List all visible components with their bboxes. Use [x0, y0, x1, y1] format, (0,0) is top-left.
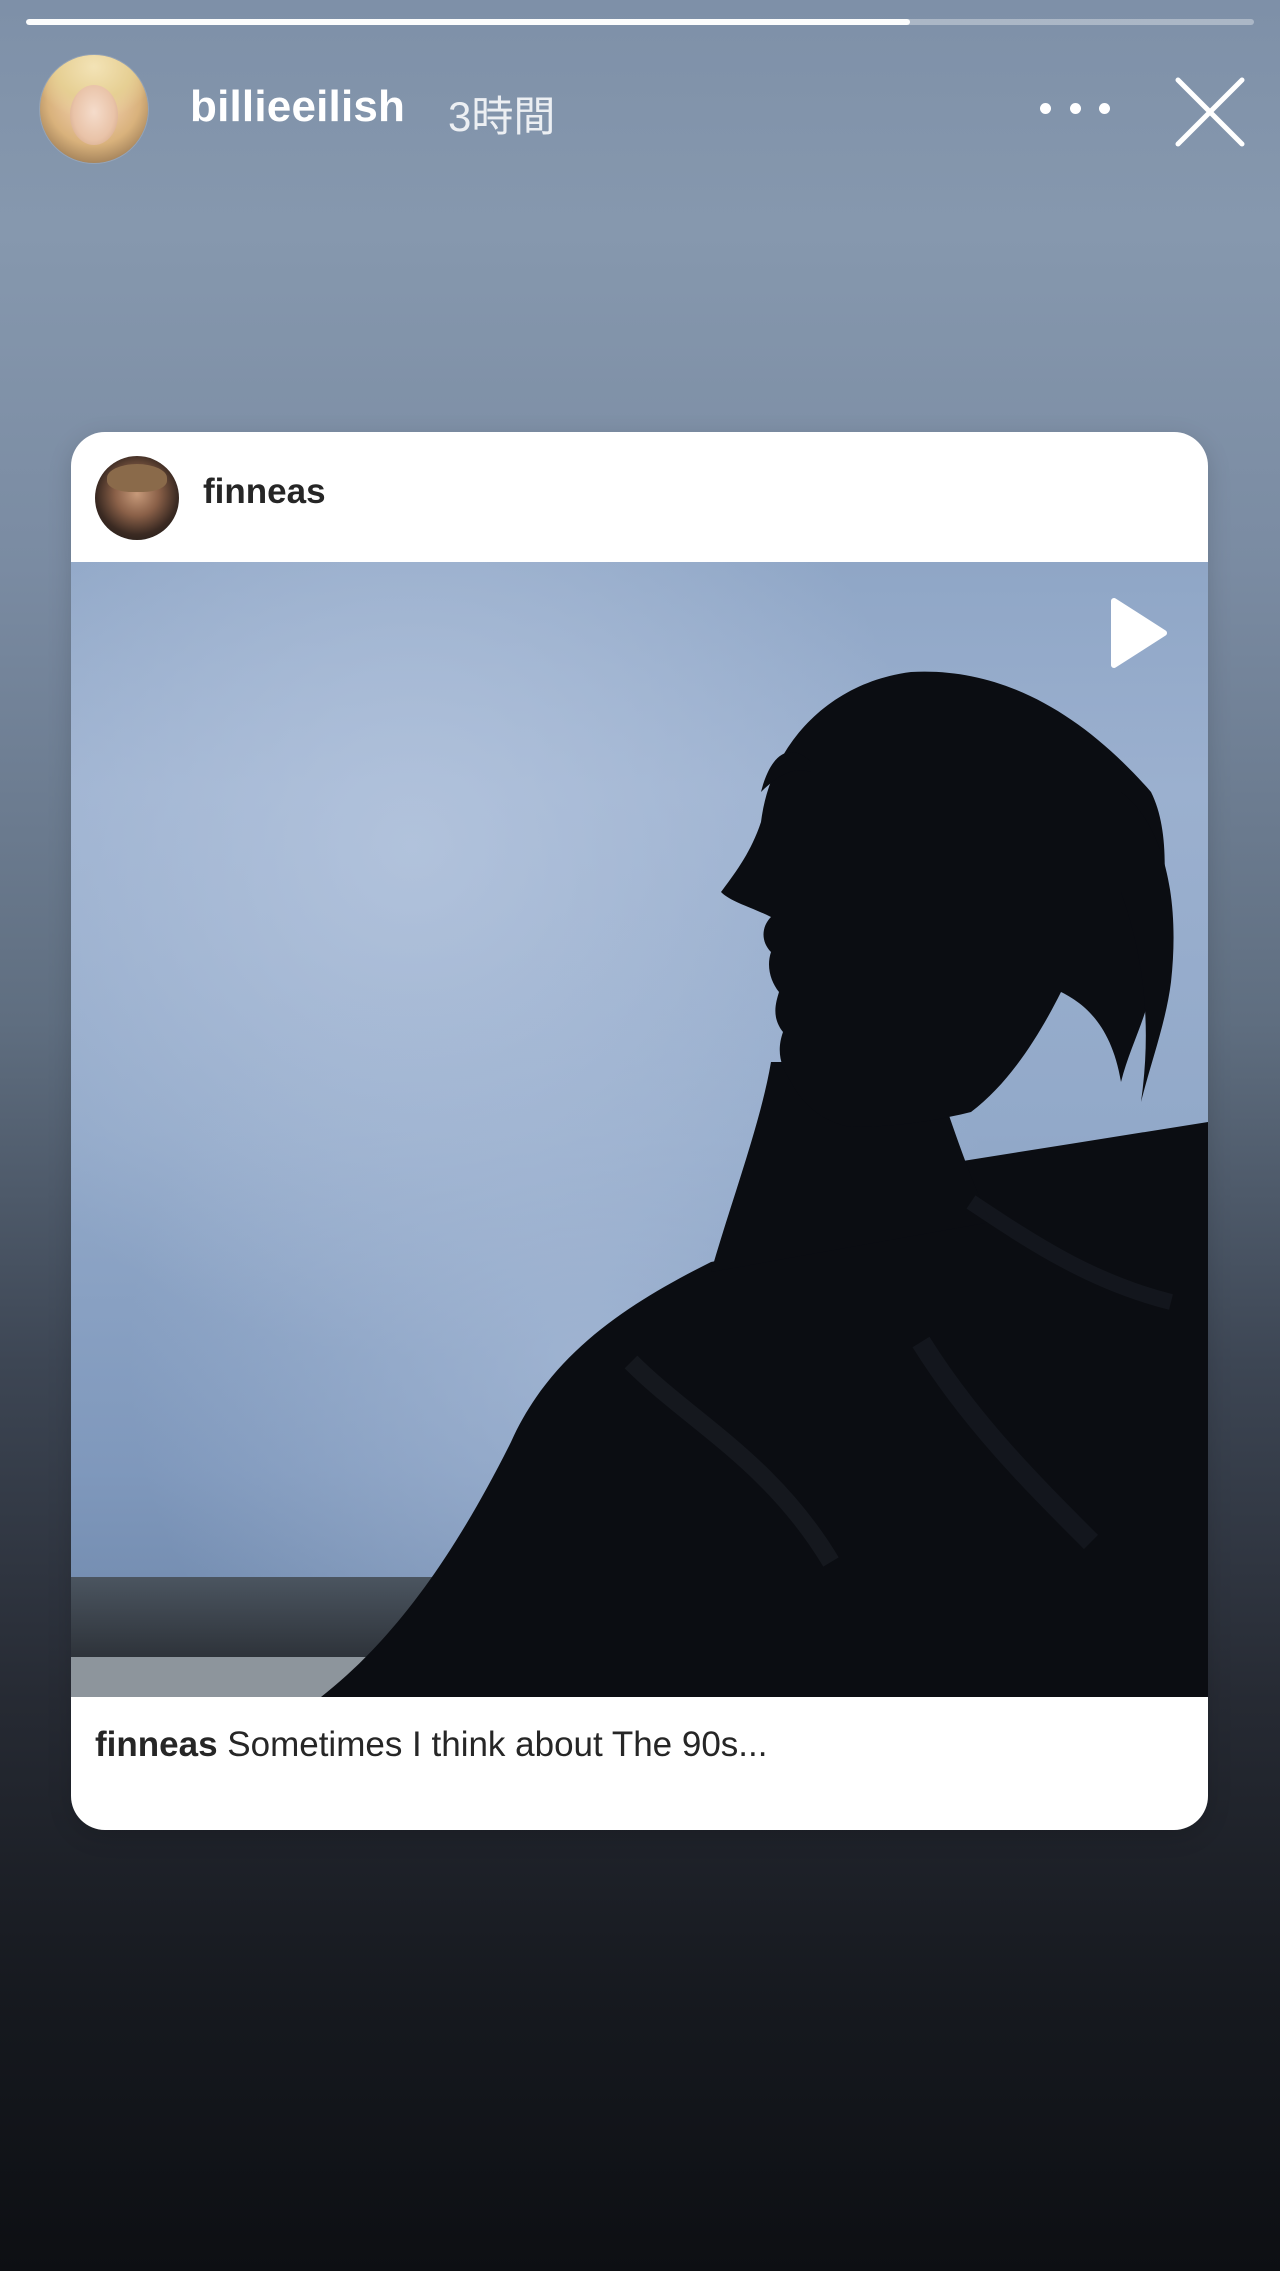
- post-caption: finneas Sometimes I think about The 90s.…: [95, 1725, 767, 1765]
- post-author-avatar[interactable]: [95, 456, 179, 540]
- caption-username[interactable]: finneas: [95, 1725, 218, 1764]
- play-icon[interactable]: [1106, 597, 1168, 669]
- shared-post-card[interactable]: finneas finneas Sometimes I think about …: [71, 432, 1208, 1830]
- close-icon: [1175, 77, 1245, 147]
- post-header: finneas: [71, 432, 1208, 562]
- story-timestamp: 3時間: [448, 93, 556, 140]
- story-progress-bar: [26, 19, 1254, 25]
- post-author-username[interactable]: finneas: [203, 472, 326, 512]
- story-author-avatar[interactable]: [40, 55, 148, 163]
- more-options-button[interactable]: [1040, 88, 1110, 128]
- close-button[interactable]: [1172, 74, 1248, 150]
- post-video-thumbnail[interactable]: [71, 562, 1208, 1697]
- story-author-username[interactable]: billieeilish: [190, 82, 405, 132]
- story-progress-fill: [26, 19, 911, 25]
- more-horizontal-icon: [1040, 102, 1051, 114]
- caption-text: Sometimes I think about The 90s...: [227, 1725, 768, 1764]
- silhouette-image: [71, 562, 1208, 1697]
